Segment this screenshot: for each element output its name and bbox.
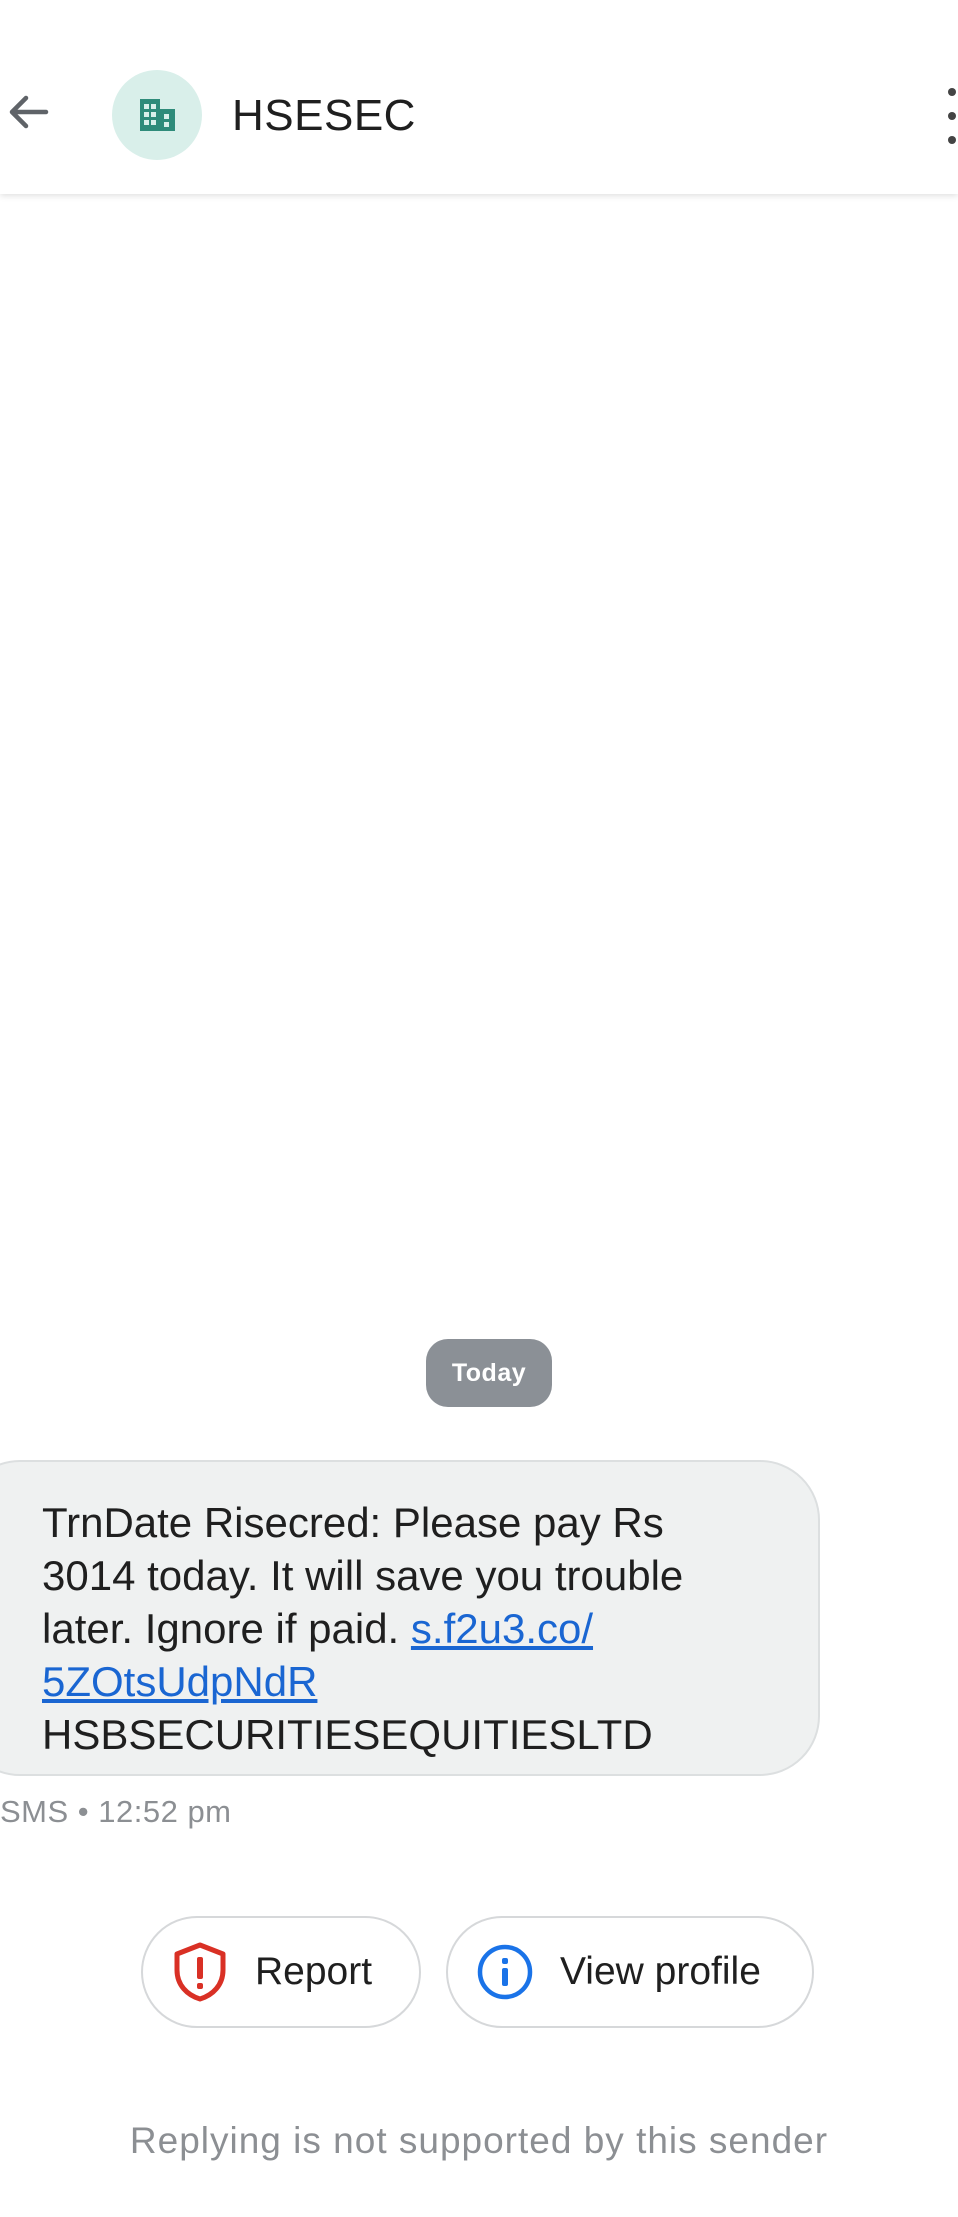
sender-avatar[interactable] — [112, 70, 202, 160]
conversation-title: HSESEC — [232, 91, 416, 140]
message-link[interactable]: s.f2u3.co/ — [411, 1605, 593, 1652]
message-line: later. Ignore if paid. s.f2u3.co/ — [42, 1602, 778, 1655]
back-button[interactable] — [0, 84, 56, 140]
arrow-back-icon — [9, 95, 49, 129]
reply-unsupported-note: Replying is not supported by this sender — [129, 2120, 829, 2161]
message-bubble[interactable]: TrnDate Risecred: Please pay Rs 3014 tod… — [0, 1460, 820, 1776]
view-profile-label: View profile — [560, 1950, 761, 1993]
message-sender-line: HSBSECURITIESEQUITIESLTD — [42, 1711, 653, 1758]
info-icon — [474, 1941, 536, 2003]
view-profile-button[interactable]: View profile — [446, 1916, 814, 2028]
more-vert-icon — [948, 88, 956, 96]
message-line: TrnDate Risecred: Please pay Rs — [42, 1499, 664, 1546]
message-line: 3014 today. It will save you trouble — [42, 1552, 684, 1599]
more-options-button[interactable] — [946, 88, 958, 144]
message-meta: SMS • 12:52 pm — [0, 1794, 232, 1829]
more-vert-dot — [948, 112, 956, 120]
report-label: Report — [255, 1950, 373, 1993]
more-vert-dot — [948, 136, 956, 144]
app-header: HSESEC — [0, 0, 958, 194]
message-line: 5ZOtsUdpNdR — [42, 1655, 778, 1708]
report-button[interactable]: Report — [141, 1916, 421, 2028]
message-text: later. Ignore if paid. — [42, 1605, 411, 1652]
shield-alert-icon — [169, 1941, 231, 2003]
date-divider: Today — [426, 1339, 552, 1407]
business-icon — [140, 99, 175, 131]
message-link-continued[interactable]: 5ZOtsUdpNdR — [42, 1658, 317, 1705]
